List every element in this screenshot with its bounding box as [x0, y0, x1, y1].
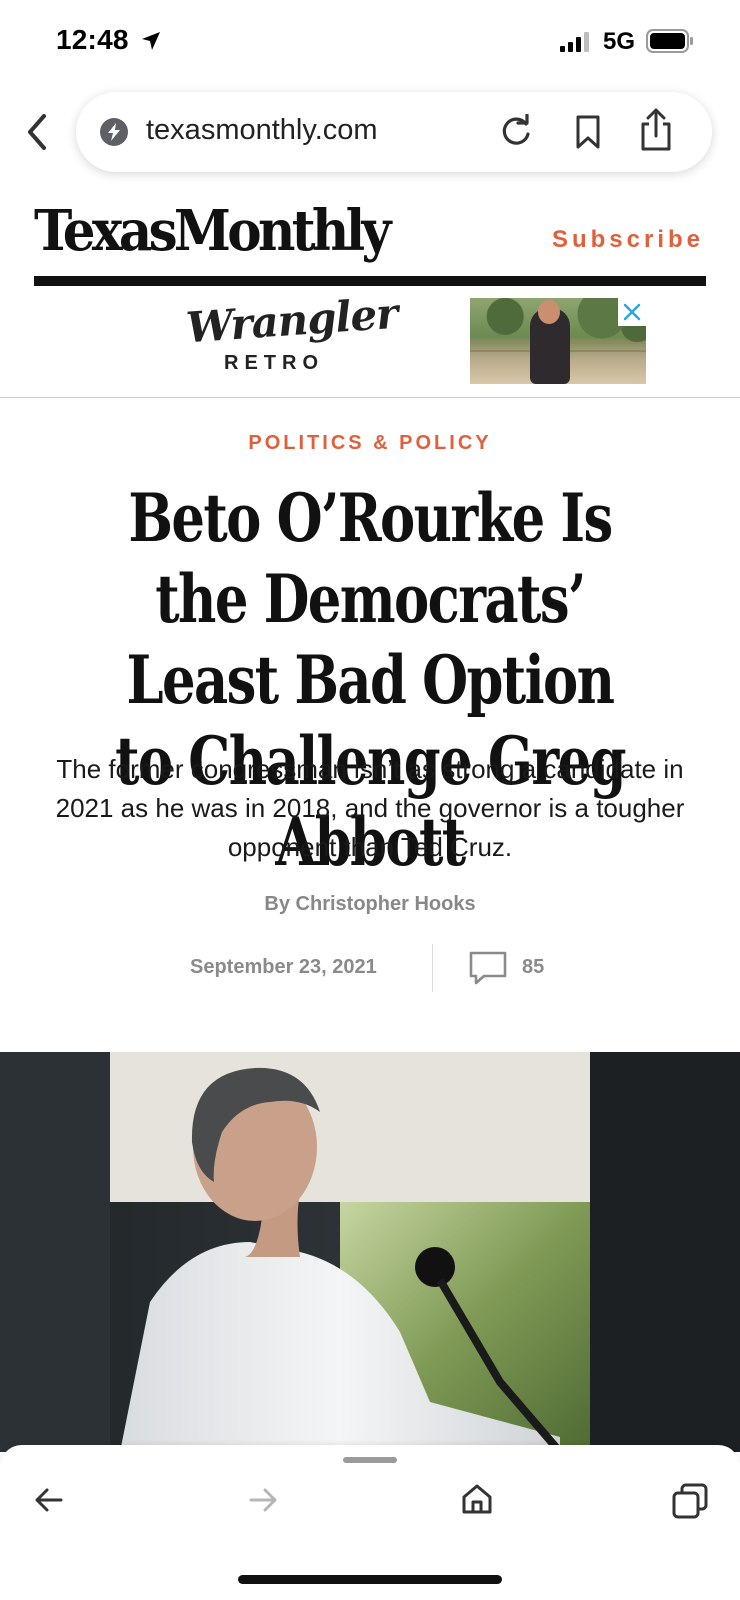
- ad-banner[interactable]: Wrangler RETRO: [0, 286, 740, 398]
- network-type: 5G: [603, 28, 636, 55]
- back-arrow-icon[interactable]: [34, 1485, 64, 1515]
- battery-icon: [646, 29, 693, 53]
- back-chevron-icon[interactable]: [22, 112, 52, 152]
- status-bar: 12:48 5G: [0, 0, 740, 82]
- article-date: September 23, 2021: [190, 956, 377, 978]
- url-text[interactable]: texasmonthly.com: [146, 114, 378, 147]
- ad-brand-sub[interactable]: RETRO: [224, 352, 324, 375]
- masthead-divider: [34, 276, 706, 286]
- article-category[interactable]: POLITICS & POLICY: [0, 432, 740, 455]
- home-icon[interactable]: [461, 1483, 493, 1515]
- share-icon[interactable]: [638, 108, 674, 152]
- bookmark-icon[interactable]: [572, 114, 604, 150]
- article-dek: The former congressman isn’t as strong a…: [55, 754, 685, 862]
- status-time: 12:48: [56, 24, 129, 55]
- comment-count[interactable]: 85: [522, 956, 544, 979]
- site-logo[interactable]: TexasMonthly: [34, 198, 391, 264]
- forward-arrow-icon[interactable]: [248, 1485, 278, 1515]
- site-info-icon[interactable]: [100, 118, 128, 146]
- ad-close-icon[interactable]: [618, 298, 646, 326]
- tabs-icon[interactable]: [672, 1483, 708, 1519]
- signal-icon: [560, 32, 589, 52]
- location-arrow-icon: [142, 32, 160, 50]
- subscribe-link[interactable]: Subscribe: [552, 226, 704, 254]
- article-byline[interactable]: By Christopher Hooks: [0, 893, 740, 916]
- home-indicator[interactable]: [238, 1575, 502, 1584]
- sheet-grabber[interactable]: [343, 1457, 397, 1463]
- comment-icon[interactable]: [468, 950, 508, 986]
- hero-photo: [0, 1052, 740, 1452]
- meta-divider: [432, 944, 433, 992]
- address-bar[interactable]: texasmonthly.com: [76, 92, 712, 172]
- reload-icon[interactable]: [498, 114, 534, 150]
- ad-brand-logo[interactable]: Wrangler: [185, 289, 399, 353]
